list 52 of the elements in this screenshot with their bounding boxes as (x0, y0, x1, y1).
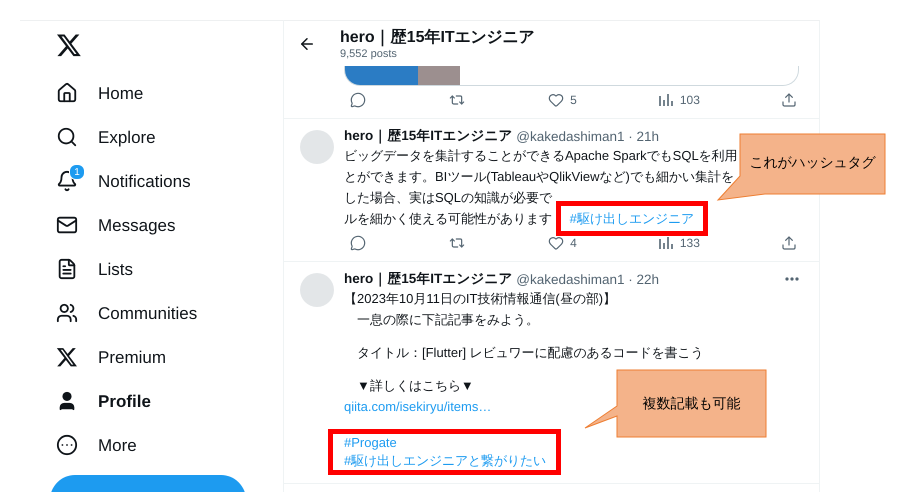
like-button[interactable]: 4 (548, 235, 577, 251)
post-meta: @kakedashiman1 · 21h (516, 128, 660, 144)
post-count: 9,552 posts (340, 48, 398, 60)
post-text-line: 【2023年10月11日のIT技術情報通信(昼の部)】 (344, 290, 616, 308)
author-name[interactable]: hero｜歴15年ITエンジニア (344, 127, 512, 145)
nav-item[interactable]: Communities (56, 292, 198, 336)
notification-badge: 1 (69, 164, 85, 180)
nav-item[interactable]: 1 Notifications (56, 160, 191, 204)
speech-bubble-icon (350, 235, 366, 251)
post-text-line: タイトル：[Flutter] レビュワーに配慮のあるコードを書こう (356, 344, 704, 362)
media-card[interactable] (344, 66, 799, 86)
post-text-line: ルを細かく使える可能性があります (344, 211, 552, 226)
heart-icon (548, 92, 564, 108)
search-icon (56, 126, 78, 148)
home-icon (56, 82, 78, 104)
bell-icon (56, 170, 78, 192)
more-icon (56, 434, 78, 456)
bar-chart-icon (658, 92, 674, 108)
post-text-line: 一息の際に下記記事をみよう。 (356, 311, 539, 329)
nav-item[interactable]: Premium (56, 336, 166, 380)
people-icon (56, 302, 78, 324)
mail-icon (56, 214, 78, 236)
views-button[interactable]: 103 (658, 92, 700, 108)
post-text-line: ▼詳しくはこちら▼ (356, 377, 474, 395)
views-button[interactable]: 133 (658, 235, 700, 251)
like-button[interactable]: 5 (548, 92, 577, 108)
post-text-line: した場合、実はSQLの知識が必要で (344, 189, 552, 207)
post-meta: @kakedashiman1 · 22h (516, 272, 660, 286)
post-text-line: ビッグデータを集計することができるApache SparkでもSQLを利用 (344, 147, 738, 165)
list-icon (56, 258, 78, 280)
author-name[interactable]: hero｜歴15年ITエンジニア (344, 270, 512, 288)
reply-button[interactable] (350, 235, 368, 251)
ellipsis-icon (785, 277, 799, 281)
speech-bubble-icon (350, 92, 366, 108)
nav-item[interactable]: More (56, 424, 137, 468)
nav-item[interactable]: Profile (56, 380, 151, 424)
bar-chart-icon (658, 235, 674, 251)
share-icon (780, 235, 797, 251)
nav-item[interactable]: Lists (56, 248, 133, 292)
x-logo-icon[interactable] (56, 32, 82, 58)
nav-item[interactable]: Home (56, 72, 144, 116)
heart-icon (548, 235, 564, 251)
more-button[interactable] (785, 277, 799, 281)
reply-button[interactable] (350, 92, 368, 108)
x-logo-icon (56, 346, 78, 368)
profile-name: hero｜歴15年ITエンジニア (340, 28, 535, 48)
post-text-line: とができます。BIツール(TableauやQlikViewなど)でも細かい集計を (344, 168, 734, 186)
nav-item[interactable]: Explore (56, 116, 156, 160)
share-icon (780, 92, 797, 108)
photo-placeholder (418, 66, 460, 85)
nav-item[interactable]: Messages (56, 204, 176, 248)
callout: 複数記載も可能 (582, 368, 768, 440)
